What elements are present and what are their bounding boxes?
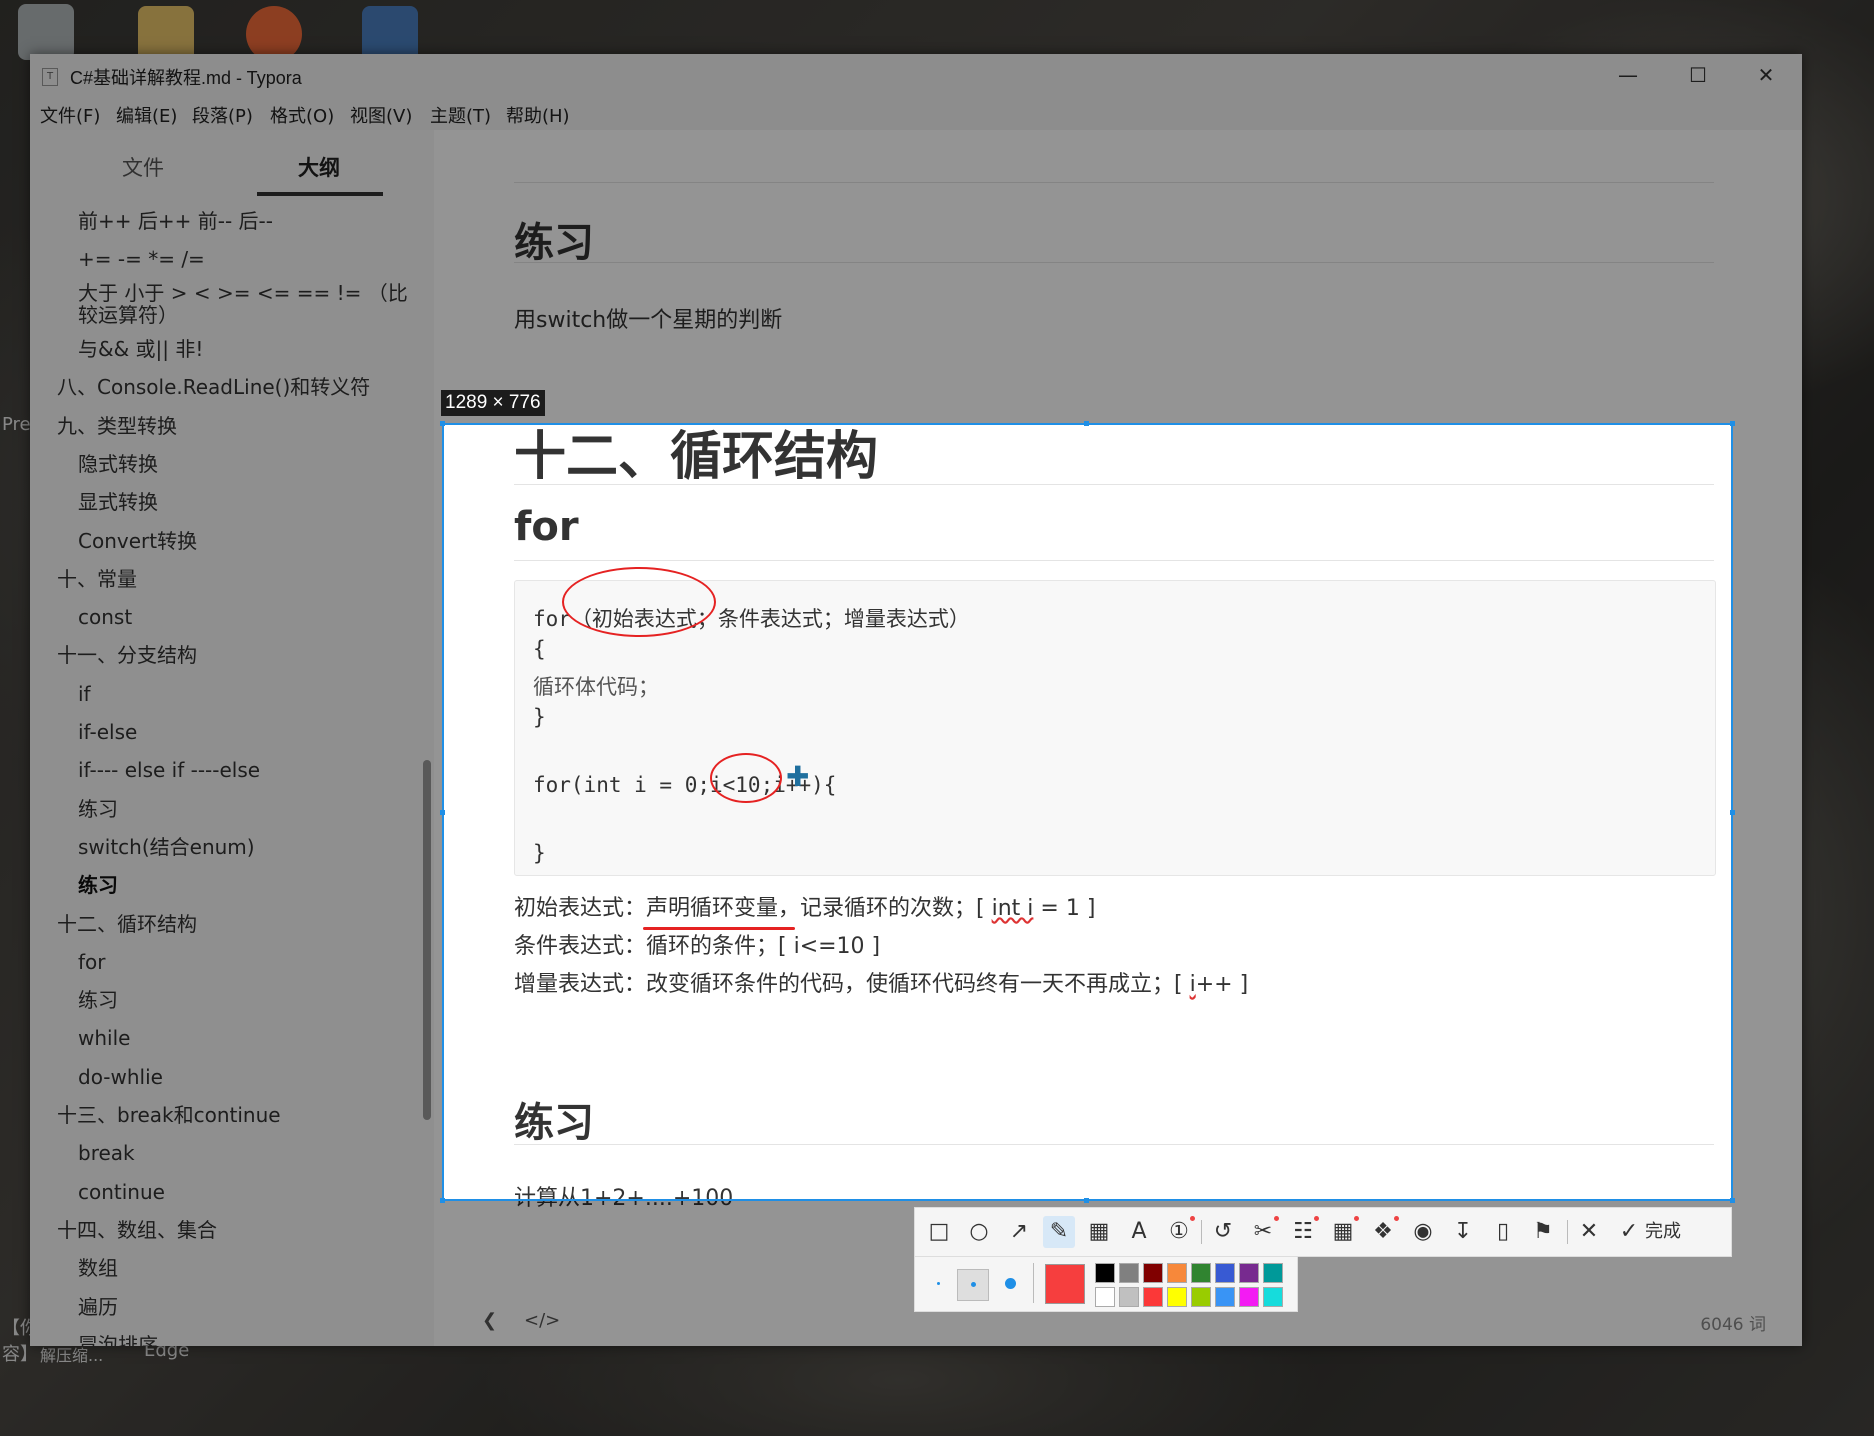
dim-overlay (1731, 423, 1874, 1199)
translate-icon[interactable]: ☷ (1287, 1216, 1319, 1248)
color-swatch[interactable] (1143, 1287, 1163, 1307)
color-swatch[interactable] (1263, 1287, 1283, 1307)
check-icon[interactable]: ✓ (1613, 1216, 1645, 1248)
resize-handle[interactable] (440, 810, 445, 815)
color-swatch[interactable] (1119, 1287, 1139, 1307)
size-small[interactable] (923, 1269, 953, 1299)
arrow-icon[interactable]: ↗ (1003, 1216, 1035, 1248)
done-button[interactable]: 完成 (1645, 1216, 1681, 1248)
resize-handle[interactable] (1730, 810, 1735, 815)
dim-overlay (0, 423, 442, 1199)
color-swatch[interactable] (1143, 1263, 1163, 1283)
color-swatch[interactable] (1095, 1287, 1115, 1307)
current-color[interactable] (1045, 1264, 1085, 1304)
color-swatch[interactable] (1167, 1263, 1187, 1283)
download-icon[interactable]: ↧ (1447, 1216, 1479, 1248)
cut-icon[interactable]: ✂ (1247, 1216, 1279, 1248)
color-palette (914, 1256, 1298, 1312)
dim-overlay (0, 0, 1874, 423)
ellipse-icon[interactable]: ○ (963, 1216, 995, 1248)
pin-icon[interactable]: ❖ (1367, 1216, 1399, 1248)
color-swatch[interactable] (1119, 1263, 1139, 1283)
resize-handle[interactable] (1730, 421, 1735, 426)
color-swatch[interactable] (1239, 1287, 1259, 1307)
color-swatch[interactable] (1191, 1263, 1211, 1283)
color-swatch[interactable] (1263, 1263, 1283, 1283)
resize-handle[interactable] (440, 421, 445, 426)
color-swatch[interactable] (1191, 1287, 1211, 1307)
resize-handle[interactable] (440, 1198, 445, 1203)
close-icon[interactable]: ✕ (1573, 1216, 1605, 1248)
mosaic-icon[interactable]: ▦ (1083, 1216, 1115, 1248)
toolbar-separator (1201, 1220, 1202, 1244)
crosshair-cursor: ✚ (786, 760, 810, 793)
color-swatch[interactable] (1095, 1263, 1115, 1283)
capture-toolbar: □ ○ ↗ ✎ ▦ A ① ↺ ✂ ☷ ▦ ❖ ◉ ↧ ▯ ⚑ ✕ ✓ 完成 (914, 1207, 1732, 1257)
color-swatch[interactable] (1215, 1263, 1235, 1283)
palette-separator (1033, 1263, 1034, 1303)
resize-handle[interactable] (1084, 421, 1089, 426)
pen-icon[interactable]: ✎ (1043, 1216, 1075, 1248)
bookmark-icon[interactable]: ⚑ (1527, 1216, 1559, 1248)
size-medium[interactable] (957, 1269, 989, 1301)
size-large[interactable] (995, 1269, 1025, 1299)
color-swatch[interactable] (1215, 1287, 1235, 1307)
rectangle-icon[interactable]: □ (923, 1216, 955, 1248)
color-swatch[interactable] (1167, 1287, 1187, 1307)
toolbar-separator (1567, 1220, 1568, 1244)
resize-handle[interactable] (1084, 1198, 1089, 1203)
capture-selection-frame[interactable] (440, 421, 1735, 1203)
text-icon[interactable]: A (1123, 1216, 1155, 1248)
undo-icon[interactable]: ↺ (1207, 1216, 1239, 1248)
record-icon[interactable]: ◉ (1407, 1216, 1439, 1248)
phone-icon[interactable]: ▯ (1487, 1216, 1519, 1248)
color-swatch[interactable] (1239, 1263, 1259, 1283)
ocr-icon[interactable]: ▦ (1327, 1216, 1359, 1248)
number-icon[interactable]: ① (1163, 1216, 1195, 1248)
capture-size-label: 1289 × 776 (441, 390, 545, 416)
resize-handle[interactable] (1730, 1198, 1735, 1203)
